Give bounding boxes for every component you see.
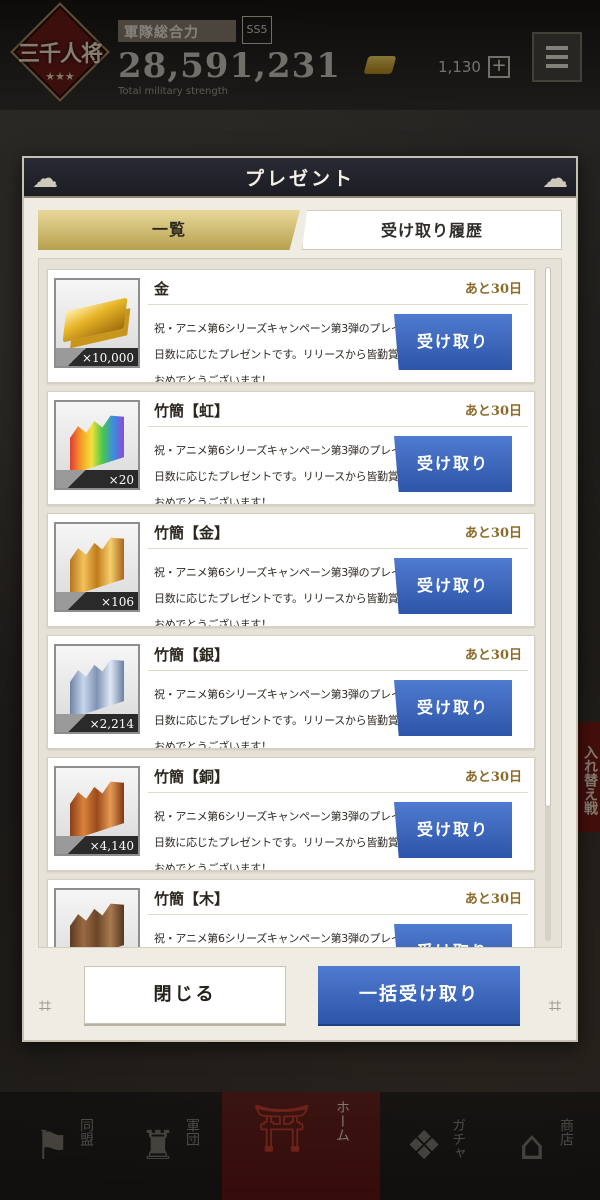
dialog-footer: ⌗ 閉じる 一括受け取り ⌗ (24, 954, 576, 1040)
close-button[interactable]: 閉じる (84, 966, 286, 1024)
list-item: ×10,000 金 あと30日 祝・アニメ第6シリーズキャンペーン第3弾のプレイ… (47, 269, 535, 383)
item-expiry: あと30日 (464, 648, 522, 663)
item-count: ×4,140 (89, 839, 134, 853)
item-thumbnail (54, 888, 140, 948)
item-expiry: あと30日 (464, 892, 522, 907)
item-expiry: あと30日 (464, 282, 522, 297)
item-thumbnail: ×106 (54, 522, 140, 612)
item-thumbnail: ×2,214 (54, 644, 140, 734)
divider (148, 548, 528, 549)
receive-button[interactable]: 受け取り (394, 314, 512, 370)
item-name: 竹簡【木】 (154, 890, 230, 908)
cloud-ornament-icon: ☁ (542, 164, 568, 194)
divider (148, 426, 528, 427)
item-name: 竹簡【金】 (154, 524, 230, 542)
item-thumbnail: ×10,000 (54, 278, 140, 368)
item-thumbnail: ×20 (54, 400, 140, 490)
item-count: ×20 (108, 473, 134, 487)
divider (148, 304, 528, 305)
list-item: 竹簡【木】 あと30日 祝・アニメ第6シリーズキャンペーン第3弾のプレイ日数に応… (47, 879, 535, 948)
list-item: ×4,140 竹簡【銅】 あと30日 祝・アニメ第6シリーズキャンペーン第3弾の… (47, 757, 535, 871)
receive-button[interactable]: 受け取り (394, 924, 512, 947)
item-name: 竹簡【虹】 (154, 402, 230, 420)
list-item: ×20 竹簡【虹】 あと30日 祝・アニメ第6シリーズキャンペーン第3弾のプレイ… (47, 391, 535, 505)
bronze-scroll-icon (70, 777, 124, 841)
dialog-header: ☁ プレゼント ☁ (24, 158, 576, 198)
present-dialog: ☁ プレゼント ☁ 一覧 受け取り履歴 ×10,000 金 あと30日 祝・アニ… (22, 156, 578, 1042)
divider (148, 792, 528, 793)
item-description: 祝・アニメ第6シリーズキャンペーン第3弾のプレイ日数に応じたプレゼントです。リリ… (154, 322, 402, 383)
item-description: 祝・アニメ第6シリーズキャンペーン第3弾のプレイ日数に応じたプレゼントです。リリ… (154, 932, 402, 945)
item-expiry: あと30日 (464, 526, 522, 541)
item-thumbnail: ×4,140 (54, 766, 140, 856)
list-scrollbar[interactable] (545, 267, 551, 941)
corner-ornament-icon: ⌗ (38, 994, 52, 1019)
item-description: 祝・アニメ第6シリーズキャンペーン第3弾のプレイ日数に応じたプレゼントです。リリ… (154, 444, 402, 505)
receive-button[interactable]: 受け取り (394, 436, 512, 492)
tab-list[interactable]: 一覧 (38, 210, 300, 250)
item-count: ×10,000 (81, 351, 134, 365)
item-name: 竹簡【銀】 (154, 646, 230, 664)
gold-scroll-icon (70, 533, 124, 597)
item-description: 祝・アニメ第6シリーズキャンペーン第3弾のプレイ日数に応じたプレゼントです。リリ… (154, 810, 402, 871)
item-description: 祝・アニメ第6シリーズキャンペーン第3弾のプレイ日数に応じたプレゼントです。リリ… (154, 566, 402, 627)
wood-scroll-icon (70, 899, 124, 948)
tab-bar: 一覧 受け取り履歴 (38, 210, 562, 250)
receive-button[interactable]: 受け取り (394, 558, 512, 614)
silver-scroll-icon (70, 655, 124, 719)
bulk-receive-button[interactable]: 一括受け取り (318, 966, 520, 1024)
gold-bar-icon (62, 297, 128, 343)
present-list[interactable]: ×10,000 金 あと30日 祝・アニメ第6シリーズキャンペーン第3弾のプレイ… (38, 258, 562, 948)
divider (148, 914, 528, 915)
item-description: 祝・アニメ第6シリーズキャンペーン第3弾のプレイ日数に応じたプレゼントです。リリ… (154, 688, 402, 749)
receive-button[interactable]: 受け取り (394, 680, 512, 736)
list-item: ×106 竹簡【金】 あと30日 祝・アニメ第6シリーズキャンペーン第3弾のプレ… (47, 513, 535, 627)
corner-ornament-icon: ⌗ (548, 994, 562, 1019)
divider (148, 670, 528, 671)
item-name: 竹簡【銅】 (154, 768, 230, 786)
item-count: ×2,214 (89, 717, 134, 731)
receive-button[interactable]: 受け取り (394, 802, 512, 858)
scrollbar-thumb[interactable] (545, 267, 551, 807)
list-item: ×2,214 竹簡【銀】 あと30日 祝・アニメ第6シリーズキャンペーン第3弾の… (47, 635, 535, 749)
tab-history[interactable]: 受け取り履歴 (302, 210, 562, 250)
item-expiry: あと30日 (464, 770, 522, 785)
item-count: ×106 (101, 595, 134, 609)
dialog-title: プレゼント (244, 168, 355, 190)
item-expiry: あと30日 (464, 404, 522, 419)
rainbow-scroll-icon (70, 411, 124, 475)
item-name: 金 (154, 280, 170, 298)
